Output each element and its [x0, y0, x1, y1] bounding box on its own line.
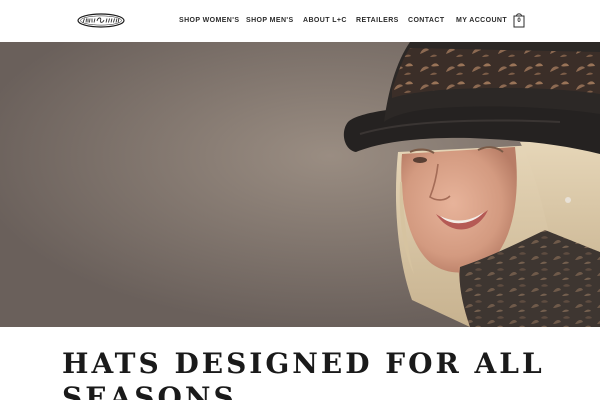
page-headline: HATS DESIGNED FOR ALL SEASONS: [62, 347, 545, 400]
main-nav: SHOP WOMEN'S SHOP MEN'S ABOUT L+C RETAIL…: [0, 0, 600, 42]
site-header: SHOP WOMEN'S SHOP MEN'S ABOUT L+C RETAIL…: [0, 0, 600, 42]
hero-banner: [0, 42, 600, 327]
nav-shop-mens[interactable]: SHOP MEN'S: [246, 16, 294, 26]
nav-shop-womens[interactable]: SHOP WOMEN'S: [179, 16, 239, 26]
cart-count-badge: 0: [517, 18, 521, 24]
hero-photo: [0, 42, 600, 327]
nav-contact[interactable]: CONTACT: [408, 16, 445, 26]
nav-about[interactable]: ABOUT L+C: [303, 16, 347, 26]
cart-button[interactable]: 0: [513, 12, 525, 28]
nav-my-account[interactable]: MY ACCOUNT: [456, 16, 507, 26]
nav-retailers[interactable]: RETAILERS: [356, 16, 399, 26]
